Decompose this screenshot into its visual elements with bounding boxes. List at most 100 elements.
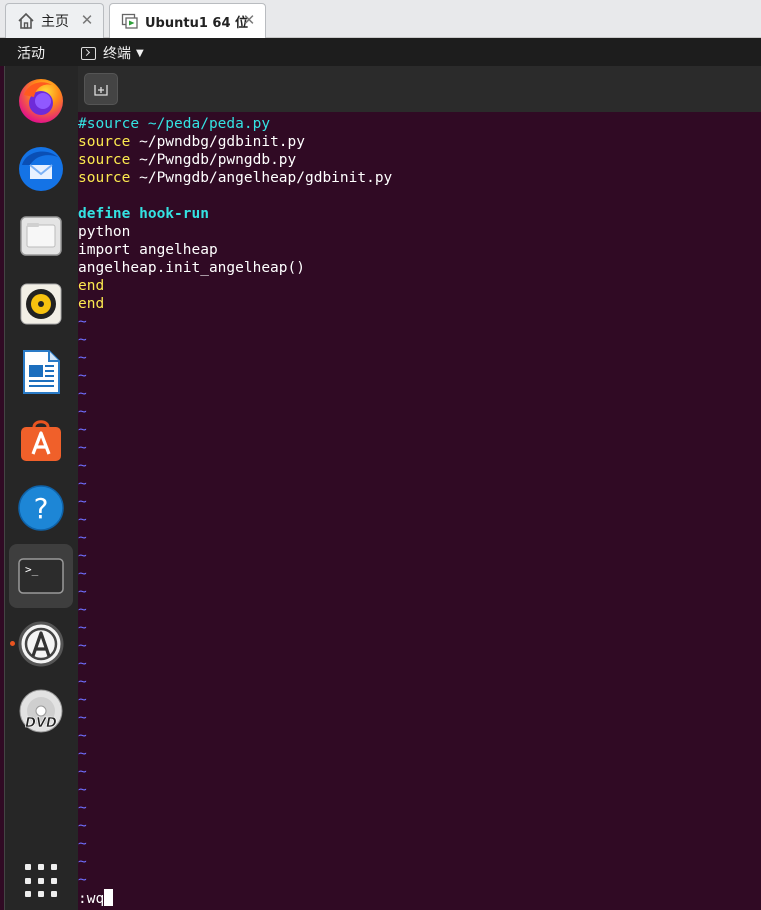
empty-line-tilde: ~: [78, 386, 87, 402]
dock-item-firefox[interactable]: [9, 68, 73, 132]
terminal-headerbar: [78, 66, 761, 112]
help-icon: ?: [18, 485, 64, 531]
empty-line-tilde: ~: [78, 728, 87, 744]
terminal-small-icon: [81, 46, 96, 60]
empty-line-tilde: ~: [78, 404, 87, 420]
editor-line: source ~/Pwngdb/pwngdb.py: [78, 151, 296, 169]
editor-line: import angelheap: [78, 241, 218, 259]
close-icon[interactable]: ✕: [79, 12, 95, 28]
editor-text-segment: import angelheap: [78, 242, 218, 258]
empty-line-tilde: ~: [78, 620, 87, 636]
editor-text-segment: ~/Pwngdb/pwngdb.py: [130, 152, 297, 168]
updater-icon: [18, 621, 64, 667]
editor-line: end: [78, 295, 104, 313]
editor-text-segment: angelheap.init_angelheap(): [78, 260, 305, 276]
empty-line-tilde: ~: [78, 584, 87, 600]
editor-text-segment: python: [78, 224, 131, 240]
chevron-down-icon: ▼: [136, 47, 144, 59]
empty-line-tilde: ~: [78, 494, 87, 510]
host-tab-strip: 主页 ✕ Ubuntu1 64 位 ✕: [0, 0, 761, 38]
empty-line-tilde: ~: [78, 854, 87, 870]
terminal-vim-buffer[interactable]: #source ~/peda/peda.py source ~/pwndbg/gd…: [78, 112, 761, 910]
editor-text-segment: #source ~/peda/peda.py: [78, 116, 271, 132]
tab-home[interactable]: 主页 ✕: [5, 3, 104, 38]
tab-home-label: 主页: [41, 14, 69, 30]
empty-line-tilde: ~: [78, 530, 87, 546]
vm-icon: [121, 13, 138, 29]
text-cursor: [104, 889, 114, 906]
dock-item-software[interactable]: [9, 408, 73, 472]
editor-line: python: [78, 223, 130, 241]
new-tab-button[interactable]: [84, 73, 118, 105]
empty-line-tilde: ~: [78, 350, 87, 366]
empty-line-tilde: ~: [78, 746, 87, 762]
editor-line: define hook-run: [78, 205, 209, 223]
dock-item-thunderbird[interactable]: [9, 136, 73, 200]
dock-item-files[interactable]: [9, 204, 73, 268]
dvd-icon: DVD: [19, 689, 63, 733]
editor-line: #source ~/peda/peda.py: [78, 115, 270, 133]
help-glyph: ?: [34, 492, 49, 525]
empty-line-tilde: ~: [78, 476, 87, 492]
empty-line-tilde: ~: [78, 836, 87, 852]
dock-item-dvd[interactable]: DVD: [9, 680, 73, 744]
vim-command-line[interactable]: :wq: [78, 889, 114, 907]
editor-text-segment: ~/Pwngdb/angelheap/gdbinit.py: [130, 170, 393, 186]
empty-line-tilde: ~: [78, 872, 87, 888]
tab-vm[interactable]: Ubuntu1 64 位 ✕: [109, 3, 266, 38]
dock-item-help[interactable]: ?: [9, 476, 73, 540]
empty-line-tilde: ~: [78, 800, 87, 816]
empty-line-tilde: ~: [78, 656, 87, 672]
dock-item-writer[interactable]: [9, 340, 73, 404]
thunderbird-icon: [19, 147, 63, 191]
editor-text-segment: source: [78, 152, 131, 168]
editor-text-segment: source: [78, 134, 131, 150]
home-icon: [18, 12, 34, 29]
empty-line-tilde: ~: [78, 332, 87, 348]
empty-line-tilde: ~: [78, 638, 87, 654]
app-menu[interactable]: 终端 ▼: [81, 43, 144, 63]
editor-line: source ~/pwndbg/gdbinit.py: [78, 133, 305, 151]
tab-vm-label: Ubuntu1 64 位: [145, 15, 249, 31]
command-text: :wq: [78, 891, 105, 907]
editor-line: source ~/Pwngdb/angelheap/gdbinit.py: [78, 169, 392, 187]
empty-line-tilde: ~: [78, 368, 87, 384]
editor-text-segment: ~/pwndbg/gdbinit.py: [130, 134, 305, 150]
show-apps-icon[interactable]: [25, 864, 59, 898]
files-icon: [20, 216, 62, 256]
editor-text-segment: source: [78, 170, 131, 186]
writer-icon: [23, 350, 60, 394]
empty-line-tilde: ~: [78, 458, 87, 474]
close-icon[interactable]: ✕: [241, 12, 257, 28]
editor-text-segment: end: [78, 278, 105, 294]
firefox-icon: [19, 79, 63, 123]
empty-line-tilde: ~: [78, 314, 87, 330]
empty-line-tilde: ~: [78, 764, 87, 780]
empty-line-tilde: ~: [78, 512, 87, 528]
dock-item-rhythmbox[interactable]: [9, 272, 73, 336]
app-menu-label: 终端: [103, 46, 131, 62]
software-icon: [21, 420, 61, 461]
editor-text-segment: define hook-run: [78, 206, 209, 222]
new-tab-icon: [94, 85, 108, 96]
activities-button[interactable]: 活动: [17, 43, 45, 63]
empty-line-tilde: ~: [78, 782, 87, 798]
empty-line-tilde: ~: [78, 422, 87, 438]
dock-item-terminal[interactable]: >_: [9, 544, 73, 608]
terminal-icon: >_: [18, 558, 64, 594]
terminal-glyph: >_: [25, 563, 39, 576]
empty-line-tilde: ~: [78, 566, 87, 582]
dvd-label: DVD: [25, 716, 57, 731]
dock: ? >_ DVD: [4, 66, 78, 910]
editor-text-segment: end: [78, 296, 105, 312]
editor-line: angelheap.init_angelheap(): [78, 259, 305, 277]
rhythmbox-icon: [20, 283, 62, 325]
empty-line-tilde: ~: [78, 692, 87, 708]
empty-line-tilde: ~: [78, 440, 87, 456]
empty-line-tilde: ~: [78, 548, 87, 564]
empty-line-tilde: ~: [78, 674, 87, 690]
editor-line: end: [78, 277, 104, 295]
dock-item-updater[interactable]: [9, 612, 73, 676]
empty-line-tilde: ~: [78, 818, 87, 834]
gnome-top-bar: 活动 终端 ▼: [0, 38, 761, 66]
